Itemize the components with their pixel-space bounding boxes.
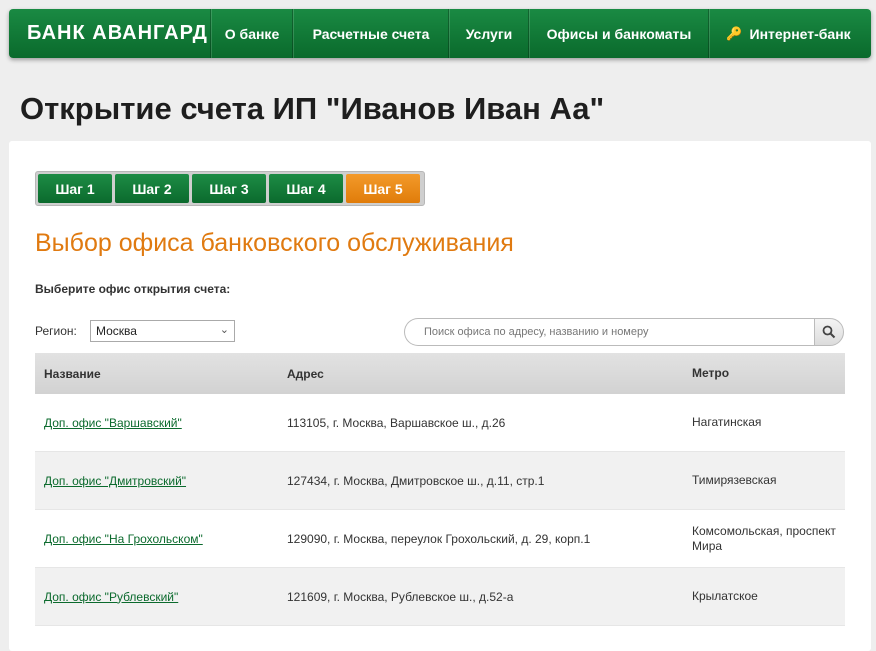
step-5[interactable]: Шаг 5 (346, 174, 420, 203)
office-link[interactable]: Доп. офис "Варшавский" (44, 416, 182, 430)
top-navigation: БАНК АВАНГАРД О банке Расчетные счета Ус… (9, 9, 871, 58)
nav-item-offices[interactable]: Офисы и банкоматы (529, 9, 709, 58)
office-address: 121609, г. Москва, Рублевское ш., д.52-а (287, 589, 514, 604)
content-card: Шаг 1 Шаг 2 Шаг 3 Шаг 4 Шаг 5 Выбор офис… (9, 141, 871, 651)
section-title: Выбор офиса банковского обслуживания (35, 229, 514, 257)
office-metro: Тимирязевская (692, 473, 777, 487)
bank-logo[interactable]: БАНК АВАНГАРД (9, 9, 211, 58)
table-row: Доп. офис "Дмитровский" 127434, г. Москв… (35, 452, 845, 510)
header-address: Адрес (287, 366, 324, 381)
search-icon (822, 325, 836, 339)
offices-table: Название Адрес Метро Доп. офис "Варшавск… (35, 353, 845, 626)
page-title: Открытие счета ИП "Иванов Иван Аа" (20, 91, 605, 126)
nav-item-internet-bank[interactable]: 🔑 Интернет-банк (709, 9, 867, 58)
table-row: Доп. офис "Рублевский" 121609, г. Москва… (35, 568, 845, 626)
nav-item-services[interactable]: Услуги (449, 9, 529, 58)
office-address: 129090, г. Москва, переулок Грохольский,… (287, 531, 591, 546)
key-icon: 🔑 (726, 25, 743, 41)
search-button[interactable] (814, 318, 844, 346)
table-row: Доп. офис "На Грохольском" 129090, г. Мо… (35, 510, 845, 568)
step-3[interactable]: Шаг 3 (192, 174, 266, 203)
office-search-input[interactable]: Поиск офиса по адресу, названию и номеру (404, 318, 814, 346)
instruction-text: Выберите офис открытия счета: (35, 282, 231, 296)
chevron-down-icon: ⌄ (219, 324, 229, 336)
step-2[interactable]: Шаг 2 (115, 174, 189, 203)
step-indicator: Шаг 1 Шаг 2 Шаг 3 Шаг 4 Шаг 5 (35, 171, 425, 206)
region-value: Москва (96, 324, 137, 338)
office-link[interactable]: Доп. офис "На Грохольском" (44, 532, 203, 546)
header-name: Название (44, 366, 101, 381)
office-metro: Крылатское (692, 589, 758, 603)
nav-item-about[interactable]: О банке (211, 9, 293, 58)
office-link[interactable]: Доп. офис "Рублевский" (44, 590, 178, 604)
table-row: Доп. офис "Варшавский" 113105, г. Москва… (35, 394, 845, 452)
office-address: 113105, г. Москва, Варшавское ш., д.26 (287, 415, 506, 430)
table-header: Название Адрес Метро (35, 353, 845, 394)
office-link[interactable]: Доп. офис "Дмитровский" (44, 474, 186, 488)
region-label: Регион: (35, 324, 77, 338)
internet-bank-label: Интернет-банк (749, 25, 851, 42)
office-metro: Нагатинская (692, 415, 762, 429)
header-metro: Метро (692, 366, 730, 380)
region-select[interactable]: Москва ⌄ (90, 320, 235, 342)
nav-item-accounts[interactable]: Расчетные счета (293, 9, 449, 58)
office-address: 127434, г. Москва, Дмитровское ш., д.11,… (287, 473, 545, 488)
step-1[interactable]: Шаг 1 (38, 174, 112, 203)
step-4[interactable]: Шаг 4 (269, 174, 343, 203)
office-metro: Комсомольская, проспект Мира (692, 523, 836, 553)
